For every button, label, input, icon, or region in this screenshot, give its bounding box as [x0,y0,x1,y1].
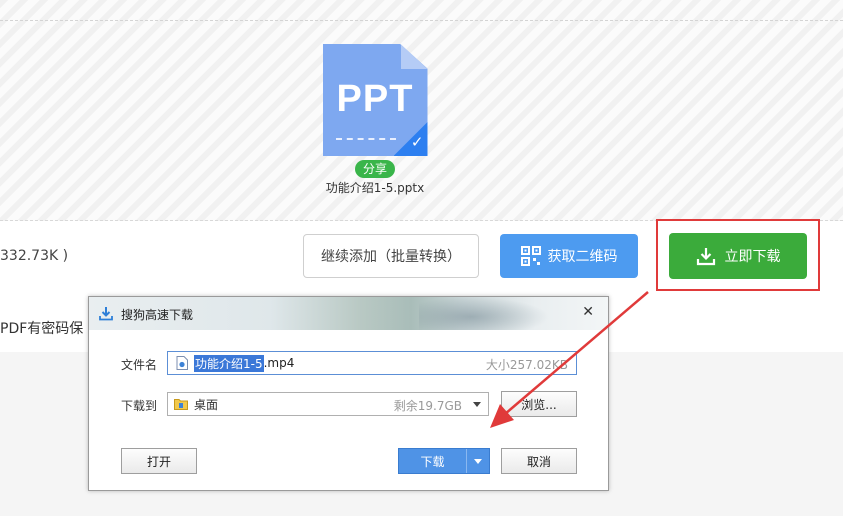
dialog-title: 搜狗高速下载 [121,308,194,322]
password-notice: PDF有密码保 [0,321,84,337]
dialog-download-button[interactable]: 下载 [398,448,490,474]
file-name-label: 功能介绍1-5.pptx [325,181,425,195]
close-icon[interactable]: ✕ [582,304,594,320]
browse-button[interactable]: 浏览... [501,391,577,417]
ppt-file-icon: PPT ✓ [322,44,428,156]
chevron-down-icon [474,458,482,464]
download-now-button[interactable]: 立即下载 [669,233,807,279]
file-size-hint: 大小257.02KB [485,358,568,372]
open-button[interactable]: 打开 [121,448,197,474]
browse-label: 浏览... [521,397,557,412]
file-name-selected-text: 功能介绍1-5 [194,354,264,372]
drop-zone-border [0,20,843,21]
check-icon: ✓ [410,133,424,151]
file-name-input[interactable]: 功能介绍1-5 .mp4 大小257.02KB [167,351,577,375]
ppt-icon-label: PPT [336,78,414,120]
dialog-titlebar[interactable]: 搜狗高速下载 ✕ [89,297,608,330]
dropdown-arrow-icon[interactable] [473,402,481,407]
get-qr-code-button[interactable]: 获取二维码 [500,234,638,278]
title-download-icon [99,307,113,321]
qr-code-icon [520,246,541,266]
save-location-value: 桌面 [194,397,219,412]
download-now-label: 立即下载 [724,249,781,265]
cancel-label: 取消 [526,454,551,469]
download-dialog: 搜狗高速下载 ✕ 文件名 功能介绍1-5 .mp4 大小257.02KB 下载到… [88,296,609,491]
file-size-text: 332.73K ) [0,248,69,264]
qr-button-label: 获取二维码 [547,249,618,265]
open-label: 打开 [146,454,171,469]
file-name-field-label: 文件名 [121,358,158,372]
dialog-download-label: 下载 [420,454,445,469]
file-drop-zone: PPT ✓ 分享 功能介绍1-5.pptx [0,0,843,221]
dialog-download-main[interactable]: 下载 [399,449,466,473]
share-badge[interactable]: 分享 [354,160,395,178]
file-card[interactable]: PPT ✓ 分享 功能介绍1-5.pptx [322,44,428,196]
save-to-label: 下载到 [121,399,158,413]
folder-icon [174,399,188,410]
file-name-extension: .mp4 [263,356,295,370]
continue-add-button[interactable]: 继续添加（批量转换） [303,234,479,278]
continue-add-label: 继续添加（批量转换） [321,249,461,265]
save-location-select[interactable]: 桌面 剩余19.7GB [167,392,489,416]
cancel-button[interactable]: 取消 [501,448,577,474]
download-options-caret[interactable] [466,449,489,473]
free-space-hint: 剩余19.7GB [393,399,462,413]
download-icon [696,248,715,266]
file-icon [176,356,188,370]
